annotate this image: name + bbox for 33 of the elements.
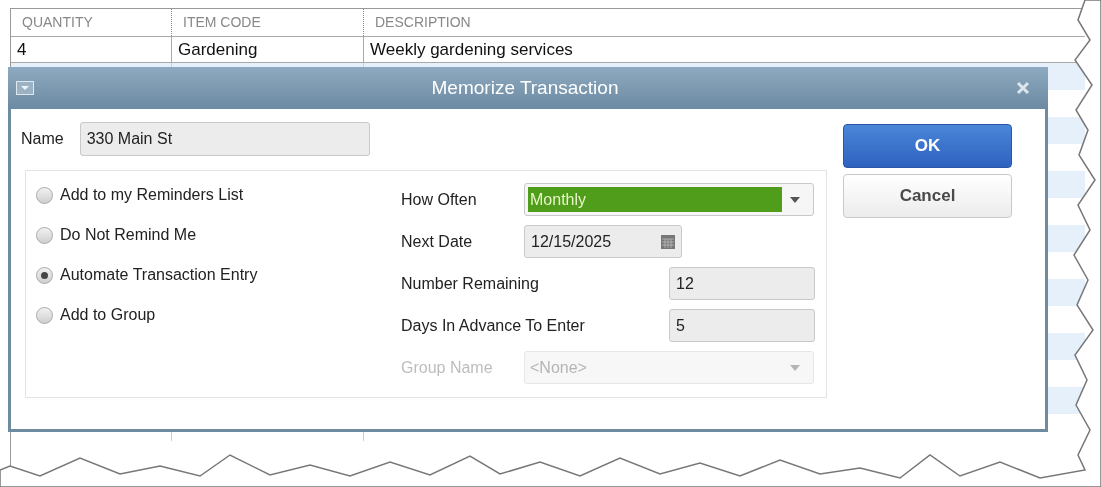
radio-button[interactable] [36, 186, 53, 204]
name-field[interactable]: 330 Main St [79, 122, 370, 156]
caret-icon [790, 196, 800, 203]
number-field[interactable]: 5 [669, 309, 815, 342]
radio-button[interactable] [36, 306, 53, 324]
radio-option[interactable]: Do Not Remind Me [36, 223, 401, 247]
name-label: Name [21, 129, 64, 149]
column-header: ITEM CODE [182, 13, 261, 32]
dropdown-value: Monthly [528, 187, 782, 212]
table-cell: Gardening [171, 37, 363, 62]
field-label: Next Date [401, 231, 474, 252]
field-label: Number Remaining [401, 273, 539, 294]
radio-button[interactable] [36, 266, 53, 284]
field-label: Group Name [401, 357, 494, 378]
calendar-icon[interactable] [661, 234, 675, 249]
dropdown-value: <None> [529, 357, 588, 378]
radio-option[interactable]: Add to Group [36, 303, 401, 327]
ok-button[interactable]: OK [843, 124, 1012, 168]
window-title: Memorize Transaction [430, 75, 620, 100]
number-field[interactable]: 12 [669, 267, 815, 300]
close-icon[interactable] [1016, 81, 1030, 95]
date-field[interactable]: 12/15/2025 [524, 225, 682, 258]
column-header: DESCRIPTION [374, 13, 471, 32]
radio-option[interactable]: Add to my Reminders List [36, 183, 401, 207]
cancel-button[interactable]: Cancel [843, 174, 1012, 218]
caret-icon [790, 364, 800, 371]
window-menu-icon[interactable] [16, 81, 34, 95]
table-cell-text: 4 [16, 38, 28, 61]
radio-button[interactable] [36, 226, 53, 244]
field-label: Days In Advance To Enter [401, 315, 585, 336]
field-label: How Often [401, 189, 478, 210]
radio-option[interactable]: Automate Transaction Entry [36, 263, 401, 287]
column-header: QUANTITY [21, 13, 93, 32]
